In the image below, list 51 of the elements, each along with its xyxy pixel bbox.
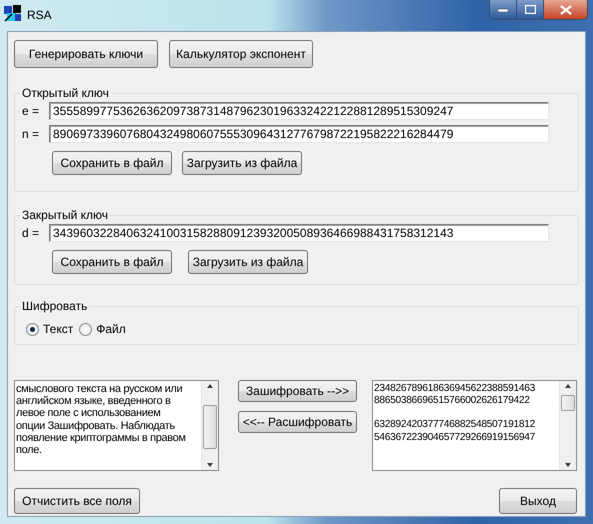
scroll-thumb[interactable] <box>203 405 217 449</box>
exit-button[interactable]: Выход <box>499 488 577 514</box>
field-label: e = <box>21 104 40 118</box>
window-title: RSA <box>27 8 52 22</box>
text-line: поле. <box>16 444 42 456</box>
key-field[interactable]: 343960322840632410031582880912393200508936466988431758312143 <box>49 224 549 242</box>
text-line: 632892420377746882548507191812 <box>374 419 535 432</box>
radio-button[interactable] <box>79 322 92 336</box>
load-button[interactable]: Загрузить из файла <box>182 151 302 175</box>
text-line: смыслового текста на русском или <box>16 383 182 396</box>
text-line: появление криптограммы в правом <box>16 432 186 444</box>
load-button[interactable]: Загрузить из файла <box>188 250 308 274</box>
ciphertext-area[interactable]: 234826789618636945622388591463 88650386696515766002626179422 632892420377746882548507191812 546367223904657729266919156947 <box>372 380 577 471</box>
scrollbar[interactable] <box>201 381 218 470</box>
radio-button[interactable] <box>26 322 39 336</box>
scroll-down-icon[interactable] <box>207 463 213 467</box>
group-title: Открытый ключ <box>21 86 110 100</box>
save-button[interactable]: Сохранить в файл <box>52 250 172 274</box>
minimize-icon <box>498 8 508 12</box>
group-title: Шифровать <box>21 299 88 313</box>
radio-label[interactable]: Файл <box>96 322 126 336</box>
maximize-button[interactable] <box>517 0 544 19</box>
key-field[interactable]: 890697339607680432498060755530964312776798722195822216284479 <box>49 125 549 143</box>
group-title: Закрытый ключ <box>21 208 110 222</box>
scroll-up-icon[interactable] <box>207 384 213 388</box>
decrypt-button[interactable]: <<-- Расшифровать <box>238 411 357 433</box>
scroll-up-icon[interactable] <box>565 384 571 388</box>
field-label: n = <box>21 127 40 141</box>
scroll-thumb[interactable] <box>561 395 575 411</box>
text-line: 88650386696515766002626179422 <box>374 395 530 408</box>
minimize-button[interactable] <box>490 0 517 19</box>
cubes-icon <box>4 5 22 22</box>
close-icon <box>560 4 572 14</box>
radio-label[interactable]: Текст <box>43 322 74 336</box>
text-line: 546367223904657729266919156947 <box>374 432 535 444</box>
exponent-calculator-button[interactable]: Калькулятор экспонент <box>169 40 313 68</box>
encrypt-button[interactable]: Зашифровать -->> <box>238 380 357 402</box>
text-line: левое поле с использованием <box>16 407 160 420</box>
text-line: английском языке, введенного в <box>16 395 170 408</box>
scroll-down-icon[interactable] <box>565 463 571 467</box>
save-button[interactable]: Сохранить в файл <box>52 151 172 175</box>
field-label: d = <box>21 226 40 240</box>
generate-keys-button[interactable]: Генерировать ключи <box>14 40 158 68</box>
text-line: опции Зашифровать. Наблюдать <box>16 420 175 432</box>
scrollbar[interactable] <box>559 381 576 470</box>
clear-fields-button[interactable]: Отчистить все поля <box>14 488 140 514</box>
plaintext-area[interactable]: смыслового текста на русском или английском языке, введенного в левое поле с использованием опции Зашифровать. Наблюдать появление криптограммы в правом поле. <box>14 380 219 471</box>
close-button[interactable] <box>544 0 587 19</box>
text-line: 234826789618636945622388591463 <box>374 383 535 396</box>
key-field[interactable]: 355589977536263620973873148796230196332422122881289515309247 <box>49 102 549 120</box>
maximize-icon <box>524 5 536 14</box>
